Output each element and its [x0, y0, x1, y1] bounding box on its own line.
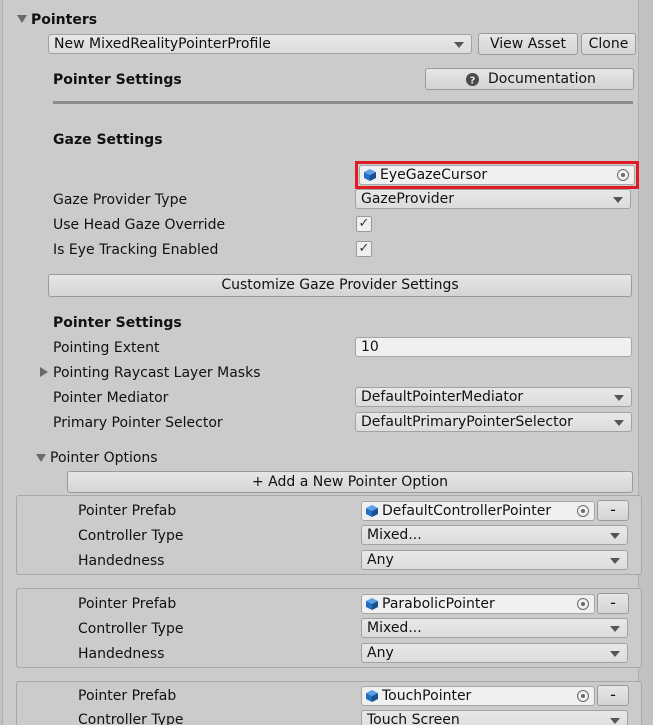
controller-type-label: Controller Type [78, 621, 184, 637]
documentation-button[interactable]: ? Documentation [425, 68, 634, 90]
gaze-settings-title: Gaze Settings [53, 132, 163, 148]
pointer-prefab-label: Pointer Prefab [78, 688, 177, 704]
pointing-extent-input[interactable]: 10 [355, 337, 632, 357]
chevron-down-icon [610, 558, 620, 564]
object-picker-icon[interactable] [577, 690, 589, 702]
pointer-mediator-dropdown[interactable]: DefaultPointerMediator [355, 387, 632, 407]
chevron-down-icon [613, 197, 623, 203]
remove-pointer-option-button[interactable]: - [597, 500, 629, 521]
head-gaze-override-label: Use Head Gaze Override [53, 217, 226, 233]
pointing-extent-label: Pointing Extent [53, 340, 160, 356]
chevron-down-icon [614, 395, 624, 401]
remove-pointer-option-button[interactable]: - [597, 685, 629, 706]
pointer-prefab-value: TouchPointer [382, 688, 472, 704]
svg-text:?: ? [470, 75, 476, 86]
pointer-prefab-field[interactable]: TouchPointer [361, 686, 595, 706]
customize-gaze-provider-button[interactable]: Customize Gaze Provider Settings [48, 274, 632, 297]
handedness-value: Any [367, 552, 394, 568]
prefab-cube-icon [366, 505, 378, 517]
pointer-prefab-label: Pointer Prefab [78, 596, 177, 612]
eye-tracking-checkbox[interactable]: ✓ [356, 241, 372, 257]
raycast-layer-masks-label[interactable]: Pointing Raycast Layer Masks [53, 364, 261, 382]
handedness-dropdown[interactable]: Any [361, 643, 628, 663]
chevron-down-icon [610, 533, 620, 539]
handedness-label: Handedness [78, 553, 165, 569]
question-circle-icon: ? [466, 73, 479, 86]
object-picker-icon[interactable] [577, 598, 589, 610]
controller-type-label: Controller Type [78, 528, 184, 544]
object-picker-icon[interactable] [577, 505, 589, 517]
handedness-dropdown[interactable]: Any [361, 550, 628, 570]
raycast-foldout-icon[interactable] [40, 367, 48, 377]
view-asset-button[interactable]: View Asset [478, 33, 578, 55]
pointer-options-title[interactable]: Pointer Options [50, 449, 158, 467]
inspector-panel: Pointers New MixedRealityPointerProfile … [2, 0, 642, 725]
remove-pointer-option-button[interactable]: - [597, 593, 629, 614]
profile-dropdown-value: New MixedRealityPointerProfile [54, 36, 271, 52]
prefab-cube-icon [366, 690, 378, 702]
section-title[interactable]: Pointers [31, 11, 97, 29]
controller-type-dropdown[interactable]: Mixed... [361, 618, 628, 638]
gaze-provider-type-dropdown[interactable]: GazeProvider [355, 189, 631, 209]
pointer-option-3: Pointer Prefab TouchPointer - Controller… [16, 681, 642, 725]
primary-pointer-selector-label: Primary Pointer Selector [53, 415, 223, 431]
documentation-label: Documentation [488, 71, 596, 87]
pointer-settings-title: Pointer Settings [53, 72, 182, 88]
pointer-mediator-label: Pointer Mediator [53, 390, 169, 406]
controller-type-dropdown[interactable]: Mixed... [361, 525, 628, 545]
controller-type-value: Touch Screen [367, 712, 460, 725]
eye-tracking-label: Is Eye Tracking Enabled [53, 242, 219, 258]
divider [53, 101, 633, 104]
pointer-mediator-value: DefaultPointerMediator [361, 389, 524, 405]
gaze-cursor-value: EyeGazeCursor [380, 167, 488, 183]
handedness-label: Handedness [78, 646, 165, 662]
chevron-down-icon [610, 626, 620, 632]
pointer-option-1: Pointer Prefab DefaultControllerPointer … [16, 495, 642, 575]
gaze-provider-type-value: GazeProvider [361, 191, 455, 207]
handedness-value: Any [367, 645, 394, 661]
pointers-foldout-icon[interactable] [17, 15, 27, 23]
chevron-down-icon [454, 42, 464, 48]
pointer-prefab-value: ParabolicPointer [382, 596, 495, 612]
controller-type-label: Controller Type [78, 712, 184, 725]
pointer-prefab-field[interactable]: DefaultControllerPointer [361, 501, 595, 521]
pointer-options-foldout-icon[interactable] [36, 454, 46, 462]
pointer-option-2: Pointer Prefab ParabolicPointer - Contro… [16, 588, 642, 668]
primary-pointer-selector-value: DefaultPrimaryPointerSelector [361, 414, 573, 430]
primary-pointer-selector-dropdown[interactable]: DefaultPrimaryPointerSelector [355, 412, 632, 432]
pointer-prefab-label: Pointer Prefab [78, 503, 177, 519]
chevron-down-icon [610, 651, 620, 657]
prefab-cube-icon [364, 169, 376, 181]
head-gaze-override-checkbox[interactable]: ✓ [356, 216, 372, 232]
chevron-down-icon [610, 718, 620, 724]
add-pointer-option-button[interactable]: + Add a New Pointer Option [67, 471, 633, 493]
clone-button[interactable]: Clone [581, 33, 636, 55]
pointer-prefab-field[interactable]: ParabolicPointer [361, 594, 595, 614]
chevron-down-icon [614, 420, 624, 426]
object-picker-icon[interactable] [617, 169, 629, 181]
controller-type-dropdown[interactable]: Touch Screen [361, 710, 628, 725]
gaze-cursor-field[interactable]: EyeGazeCursor [359, 165, 635, 185]
pointer-settings-subtitle: Pointer Settings [53, 315, 182, 331]
pointer-prefab-value: DefaultControllerPointer [382, 503, 552, 519]
prefab-cube-icon [366, 598, 378, 610]
controller-type-value: Mixed... [367, 527, 422, 543]
profile-dropdown[interactable]: New MixedRealityPointerProfile [48, 34, 472, 54]
gaze-provider-type-label: Gaze Provider Type [53, 192, 188, 208]
controller-type-value: Mixed... [367, 620, 422, 636]
